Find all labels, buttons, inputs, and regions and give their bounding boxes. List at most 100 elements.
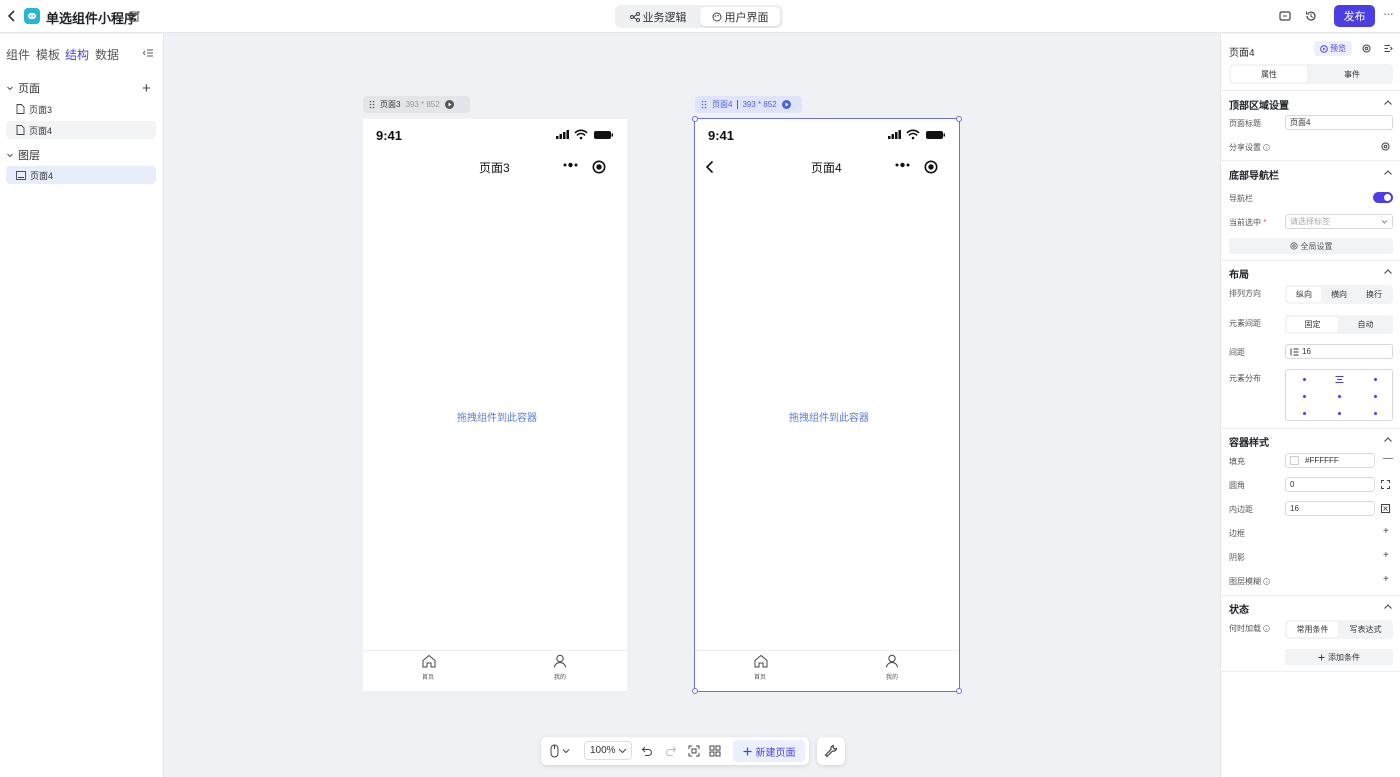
- section-state-heading[interactable]: 状态: [1229, 601, 1249, 616]
- direction-wrap[interactable]: 换行: [1357, 287, 1391, 302]
- history-icon[interactable]: [1304, 9, 1318, 23]
- fill-color-input[interactable]: #FFFFFF: [1285, 453, 1375, 468]
- phone-frame[interactable]: 9:41 页面3 拖拽组件到此容器 首页 我的: [363, 119, 627, 691]
- tab-mine-label[interactable]: 我的: [554, 672, 566, 681]
- layer-item[interactable]: 页面4: [6, 166, 156, 184]
- panel-collapse-icon[interactable]: [1384, 44, 1393, 53]
- resize-handle[interactable]: [692, 116, 698, 122]
- section-container-style-heading[interactable]: 容器样式: [1229, 434, 1269, 449]
- add-blur-button[interactable]: +: [1383, 574, 1389, 585]
- mouse-mode-icon[interactable]: [550, 744, 570, 758]
- page-title-input[interactable]: 页面4: [1285, 115, 1393, 130]
- tab-home-label[interactable]: 首页: [754, 672, 766, 681]
- section-top-area-heading[interactable]: 顶部区域设置: [1229, 97, 1289, 112]
- collapse-panel-icon[interactable]: [142, 47, 154, 59]
- back-icon[interactable]: [4, 8, 20, 24]
- tab-business-logic[interactable]: 业务逻辑: [618, 7, 698, 26]
- settings-icon[interactable]: [1362, 44, 1371, 53]
- tab-structure[interactable]: 结构: [65, 46, 89, 63]
- device-preview-icon[interactable]: [1278, 9, 1292, 23]
- color-swatch[interactable]: [1290, 456, 1299, 465]
- frame-label[interactable]: 页面3 393 * 852: [363, 96, 470, 113]
- current-tab-select[interactable]: 请选择标签: [1285, 214, 1393, 229]
- tab-events[interactable]: 事件: [1313, 66, 1391, 82]
- align-dot[interactable]: [1303, 378, 1306, 381]
- redo-icon[interactable]: [665, 745, 677, 757]
- chevron-up-icon[interactable]: [1383, 602, 1393, 612]
- resize-handle[interactable]: [956, 116, 962, 122]
- add-shadow-button[interactable]: +: [1383, 550, 1389, 561]
- zoom-select[interactable]: 100%: [584, 741, 632, 760]
- remove-fill-button[interactable]: —: [1383, 453, 1393, 464]
- play-icon[interactable]: [781, 100, 791, 109]
- new-page-button[interactable]: 新建页面: [733, 740, 805, 762]
- load-expression[interactable]: 写表达式: [1340, 622, 1391, 637]
- align-dot[interactable]: [1303, 412, 1306, 415]
- direction-horizontal[interactable]: 横向: [1322, 287, 1356, 302]
- align-dot[interactable]: [1374, 395, 1377, 398]
- align-dot[interactable]: [1303, 395, 1306, 398]
- edit-title-icon[interactable]: [129, 10, 141, 22]
- drop-zone-placeholder[interactable]: 拖拽组件到此容器: [457, 409, 537, 424]
- distribution-grid[interactable]: [1285, 369, 1393, 421]
- padding-expand-icon[interactable]: [1381, 504, 1390, 513]
- section-layout-heading[interactable]: 布局: [1229, 266, 1249, 281]
- grid-view-icon[interactable]: [709, 745, 721, 757]
- frame-label[interactable]: 页面4 393 * 852: [695, 96, 802, 113]
- tab-mine-label[interactable]: 我的: [886, 672, 898, 681]
- design-canvas[interactable]: [164, 34, 1220, 777]
- undo-icon[interactable]: [641, 745, 653, 757]
- resize-handle[interactable]: [692, 688, 698, 694]
- padding-input[interactable]: 16: [1285, 501, 1375, 516]
- tab-data[interactable]: 数据: [95, 46, 119, 63]
- home-icon[interactable]: [421, 654, 437, 668]
- radius-input[interactable]: 0: [1285, 477, 1375, 492]
- tab-components[interactable]: 组件: [6, 46, 30, 63]
- direction-vertical[interactable]: 纵向: [1287, 287, 1321, 302]
- load-common-conditions[interactable]: 常用条件: [1287, 622, 1338, 637]
- align-dot[interactable]: [1338, 395, 1341, 398]
- fit-screen-icon[interactable]: [688, 745, 700, 757]
- add-page-button[interactable]: +: [142, 80, 151, 97]
- section-bottom-nav-heading[interactable]: 底部导航栏: [1229, 167, 1279, 182]
- play-icon[interactable]: [444, 100, 454, 109]
- gap-input[interactable]: 16: [1285, 344, 1393, 359]
- pages-section-header[interactable]: 页面: [6, 80, 40, 96]
- tab-home-label[interactable]: 首页: [422, 672, 434, 681]
- layers-section-header[interactable]: 图层: [6, 147, 40, 163]
- page-item[interactable]: 页面3: [6, 100, 156, 118]
- tab-user-interface[interactable]: 用户界面: [700, 7, 780, 26]
- add-border-button[interactable]: +: [1383, 526, 1389, 537]
- resize-handle[interactable]: [956, 688, 962, 694]
- preview-button[interactable]: 预览: [1314, 41, 1352, 56]
- global-settings-button[interactable]: 全局设置: [1229, 238, 1393, 254]
- tab-templates[interactable]: 模板: [36, 46, 60, 63]
- page-item[interactable]: 页面4: [6, 121, 156, 139]
- chevron-up-icon[interactable]: [1383, 168, 1393, 178]
- chevron-up-icon[interactable]: [1383, 435, 1393, 445]
- nav-bar-toggle[interactable]: [1373, 192, 1393, 203]
- chevron-up-icon[interactable]: [1383, 267, 1393, 277]
- spacing-fixed[interactable]: 固定: [1287, 317, 1338, 332]
- tab-properties[interactable]: 属性: [1231, 66, 1307, 82]
- user-icon[interactable]: [885, 654, 899, 668]
- drop-zone-placeholder[interactable]: 拖拽组件到此容器: [789, 409, 869, 424]
- tools-button[interactable]: [817, 737, 845, 765]
- more-dots-icon[interactable]: [563, 161, 578, 169]
- phone-frame-selected[interactable]: 9:41 页面4 拖拽组件到此容器 首页 我的: [694, 118, 960, 692]
- publish-button[interactable]: 发布: [1334, 5, 1375, 27]
- capsule-close-icon[interactable]: [924, 160, 938, 174]
- home-icon[interactable]: [753, 654, 769, 668]
- align-dot[interactable]: [1338, 412, 1341, 415]
- chevron-up-icon[interactable]: [1383, 98, 1393, 108]
- align-dot[interactable]: [1374, 412, 1377, 415]
- more-dots-icon[interactable]: [895, 161, 910, 169]
- more-menu[interactable]: ···: [1383, 6, 1394, 21]
- align-dot[interactable]: [1374, 378, 1377, 381]
- nav-back-icon[interactable]: [705, 160, 715, 174]
- corner-expand-icon[interactable]: [1381, 480, 1390, 489]
- user-icon[interactable]: [553, 654, 567, 668]
- add-condition-button[interactable]: 添加条件: [1285, 649, 1393, 665]
- capsule-close-icon[interactable]: [592, 160, 606, 174]
- align-selected-icon[interactable]: [1335, 375, 1344, 384]
